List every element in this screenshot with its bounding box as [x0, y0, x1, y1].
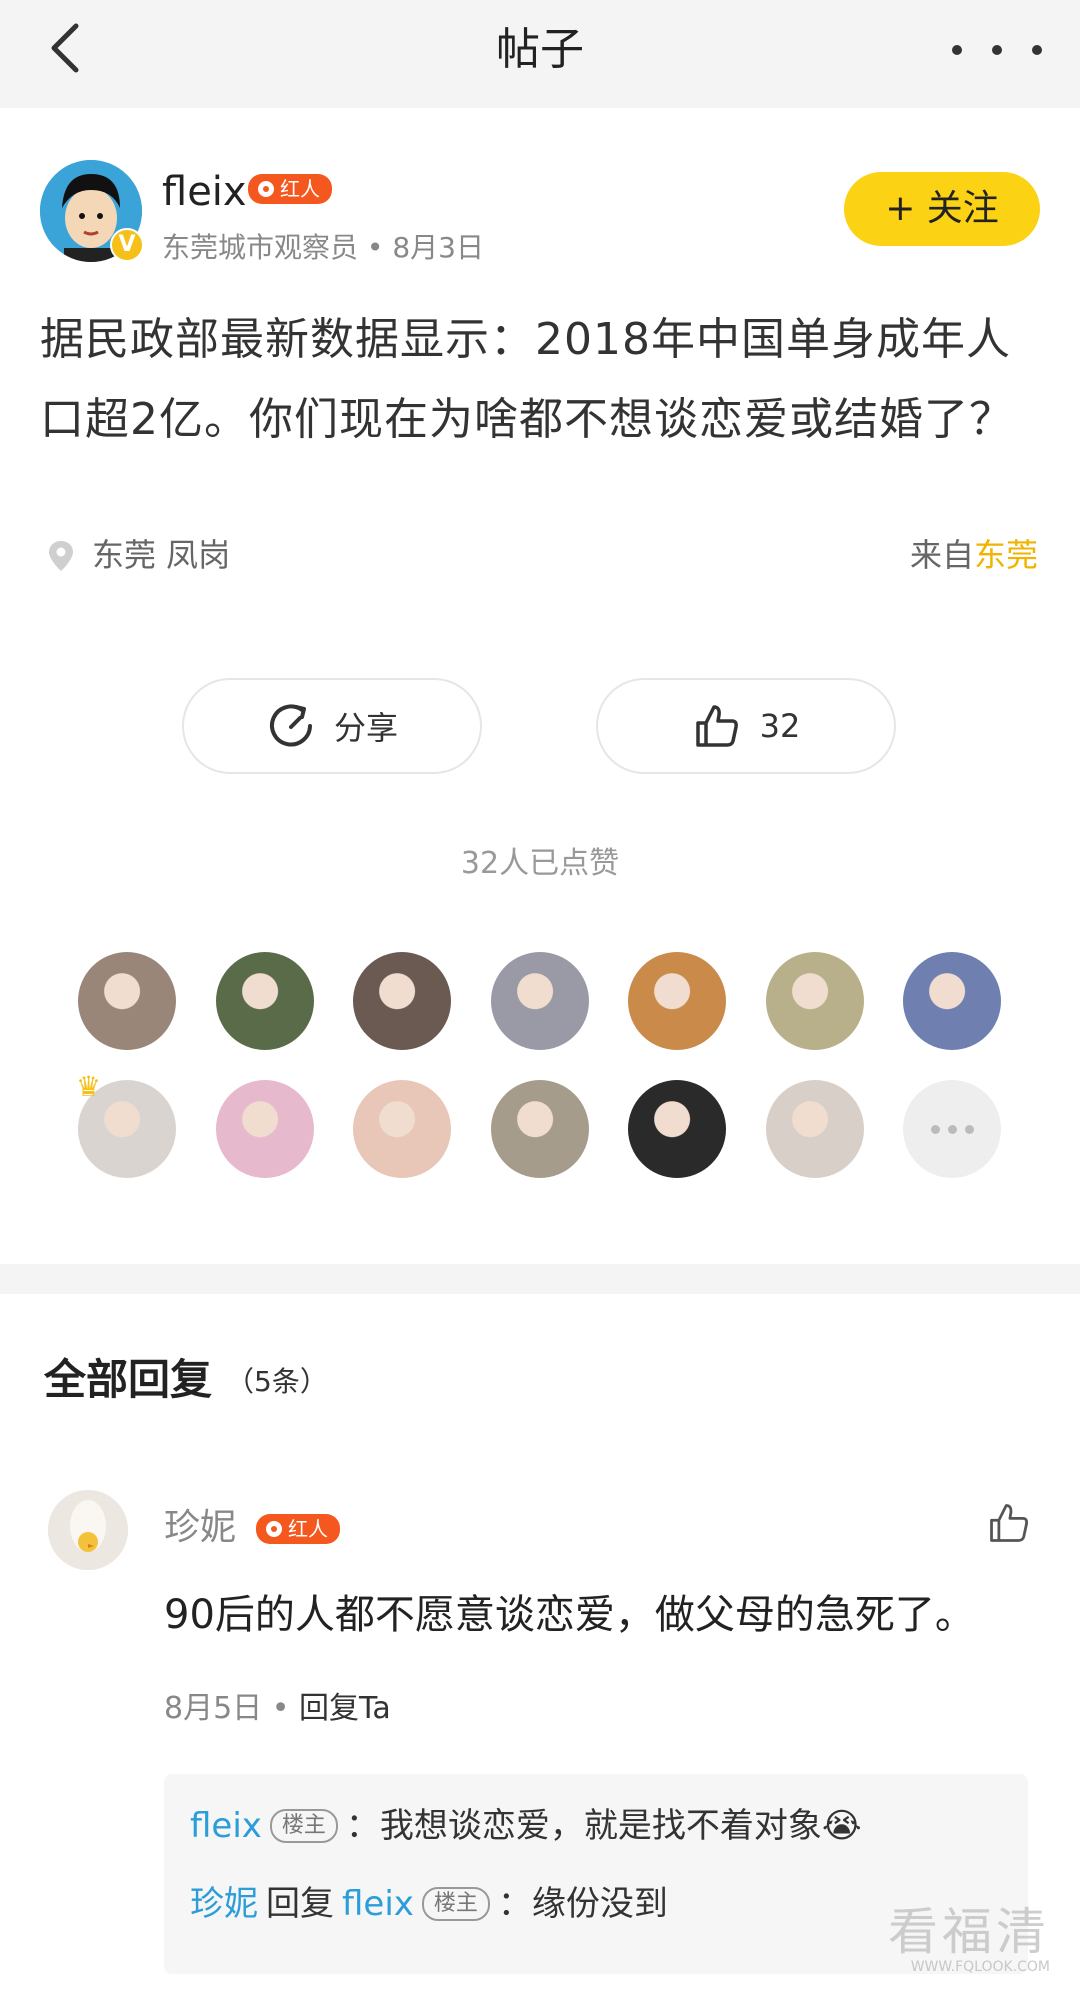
commenter-name[interactable]: 珍妮 — [164, 1502, 236, 1554]
like-button[interactable]: 32 — [596, 678, 896, 774]
more-likers-button[interactable] — [903, 1080, 1001, 1178]
sub-reply-author[interactable]: fleix — [190, 1796, 262, 1856]
comment-meta: 8月5日 • 回复Ta — [164, 1691, 391, 1726]
liker-avatar[interactable] — [765, 952, 864, 1050]
flower-icon — [258, 181, 274, 197]
liker-avatar[interactable] — [353, 1080, 451, 1178]
liker-avatar[interactable] — [628, 1080, 726, 1178]
location-pin-icon — [49, 541, 73, 571]
owner-tag: 楼主 — [421, 1887, 490, 1921]
liker-avatar[interactable] — [490, 952, 589, 1050]
comment-text: 90后的人都不愿意谈恋爱，做父母的急死了。 — [164, 1592, 975, 1638]
flower-icon — [266, 1521, 282, 1537]
source-city-link[interactable]: 东莞 — [974, 536, 1038, 574]
sub-reply-text: ：我想谈恋爱，就是找不着对象😭 — [345, 1806, 862, 1846]
verified-badge-icon: V — [110, 228, 144, 262]
reply-target[interactable]: fleix — [342, 1874, 414, 1934]
sub-reply-author[interactable]: 珍妮 — [190, 1874, 258, 1934]
thumbs-up-icon — [695, 705, 738, 747]
author-rank-badge: 红人 — [248, 174, 332, 204]
likes-summary: 32人已点赞 — [460, 846, 620, 881]
location-text[interactable]: 东莞 凤岗 — [92, 530, 230, 580]
page-title: 帖子 — [496, 24, 584, 75]
author-name[interactable]: fleix — [162, 166, 247, 218]
share-icon — [270, 704, 312, 747]
liker-avatar[interactable] — [78, 952, 176, 1050]
replies-title: 全部回复 — [44, 1355, 213, 1404]
reply-word: 回复 — [266, 1884, 334, 1924]
watermark: 看福清 — [888, 1903, 1050, 1961]
liker-avatar[interactable] — [215, 952, 314, 1050]
liker-avatar[interactable] — [490, 1080, 589, 1178]
liker-avatar[interactable] — [353, 952, 451, 1050]
follow-button[interactable]: + 关注 — [844, 172, 1040, 246]
owner-tag: 楼主 — [269, 1809, 338, 1843]
sub-reply[interactable]: fleix 楼主 ：我想谈恋爱，就是找不着对象😭 — [190, 1796, 862, 1856]
commenter-avatar[interactable] — [48, 1490, 128, 1570]
post-source: 来自东莞 — [909, 536, 1038, 574]
author-meta: 东莞城市观察员 • 8月3日 — [162, 231, 484, 264]
crown-icon: ♛ — [76, 1070, 102, 1103]
watermark-url: WWW.FQLOOK.COM — [910, 1959, 1050, 1975]
liker-avatar[interactable] — [765, 1080, 864, 1178]
liker-avatar[interactable] — [215, 1080, 314, 1178]
post-text: 据民政部最新数据显示：2018年中国单身成年人口超2亿。你们现在为啥都不想谈恋爱… — [40, 314, 1014, 445]
section-divider — [0, 1264, 1080, 1294]
share-button[interactable]: 分享 — [182, 678, 482, 774]
reply-link[interactable]: 回复Ta — [299, 1691, 391, 1726]
sub-reply[interactable]: 珍妮 回复 fleix 楼主 ：缘份没到 — [190, 1874, 668, 1934]
more-options-icon[interactable] — [952, 20, 1042, 80]
liker-avatar[interactable] — [903, 952, 1001, 1050]
commenter-rank-badge: 红人 — [256, 1514, 340, 1544]
comment-date: 8月5日 — [164, 1691, 263, 1726]
replies-count: （5条） — [226, 1365, 328, 1398]
liker-avatar[interactable] — [628, 952, 726, 1050]
sub-reply-text: ：缘份没到 — [497, 1884, 668, 1924]
comment-like-icon[interactable] — [986, 1500, 1032, 1546]
